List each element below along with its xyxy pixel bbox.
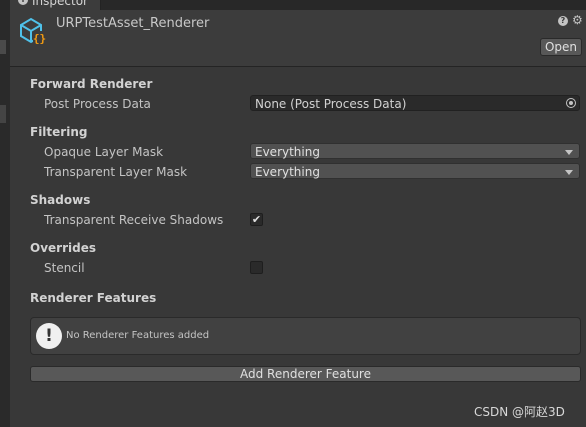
tab-label: Inspector [32,0,88,8]
watermark: CSDN @阿赵3D [474,405,565,419]
open-button[interactable]: Open [540,38,582,56]
gear-icon[interactable]: ⚙ [572,13,583,27]
section-heading-overrides: Overrides [30,241,96,255]
section-heading-forward-renderer: Forward Renderer [30,77,153,91]
transparent-receive-shadows-checkbox[interactable]: ✔ [250,213,263,226]
inspector-header: {} URPTestAsset_Renderer ? ⚙ Open [10,10,586,67]
opaque-layer-mask-label: Opaque Layer Mask [44,145,164,159]
opaque-layer-mask-value: Everything [255,145,320,159]
warning-info-icon: ! [36,323,62,349]
transparent-layer-mask-value: Everything [255,165,320,179]
info-icon: i [18,0,28,5]
empty-features-message: No Renderer Features added [66,330,210,341]
transparent-receive-shadows-label: Transparent Receive Shadows [44,213,224,227]
section-heading-filtering: Filtering [30,125,88,139]
left-panel-tab [0,105,6,123]
scriptable-object-icon: {} [20,17,46,45]
asset-title: URPTestAsset_Renderer [56,16,210,31]
section-heading-renderer-features: Renderer Features [30,291,157,305]
opaque-layer-mask-dropdown[interactable]: Everything [250,143,580,159]
stencil-checkbox[interactable] [250,261,263,274]
transparent-layer-mask-label: Transparent Layer Mask [44,165,188,179]
post-process-data-label: Post Process Data [44,97,151,111]
stencil-label: Stencil [44,261,85,275]
help-icon[interactable]: ? [558,16,568,26]
left-panel-edge [0,10,10,427]
tab-strip: i Inspector [0,0,586,10]
object-picker-icon[interactable] [566,98,576,108]
add-renderer-feature-button[interactable]: Add Renderer Feature [30,366,581,382]
chevron-down-icon [565,150,573,155]
post-process-data-field[interactable]: None (Post Process Data) [250,95,580,111]
transparent-layer-mask-dropdown[interactable]: Everything [250,163,580,179]
svg-text:{}: {} [33,32,46,45]
left-panel-tab [0,40,6,54]
chevron-down-icon [565,170,573,175]
renderer-features-info-box: ! No Renderer Features added [30,317,581,355]
post-process-data-value: None (Post Process Data) [255,97,407,111]
tab-inspector[interactable]: i Inspector [10,0,101,10]
section-heading-shadows: Shadows [30,193,91,207]
